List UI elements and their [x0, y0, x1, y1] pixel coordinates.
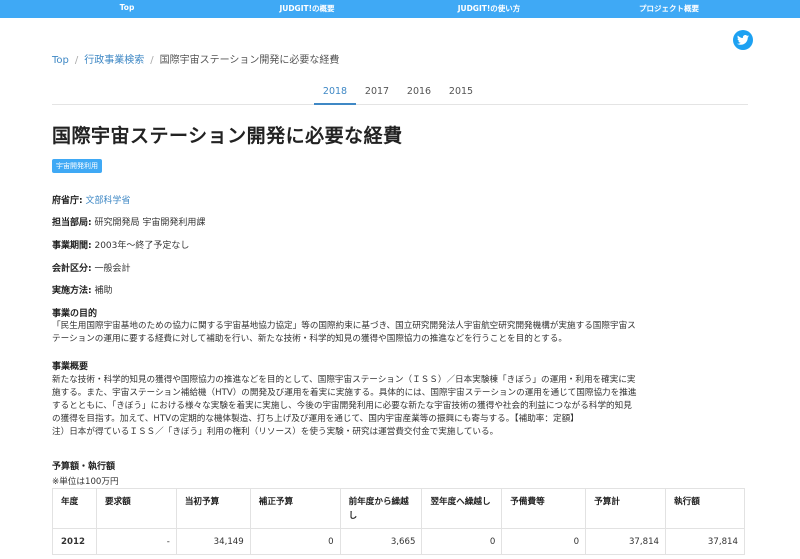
department-label: 担当部局: — [52, 218, 92, 228]
col-header-supplementary: 補正予算 — [249, 488, 341, 529]
period-field: 事業期間: 2003年〜終了予定なし — [52, 238, 189, 251]
col-header-carryover-in: 前年度から繰越し — [339, 488, 423, 529]
purpose-heading: 事業の目的 — [52, 309, 98, 319]
year-tabs: 2018 2017 2016 2015 — [0, 86, 800, 104]
account-label: 会計区分: — [52, 264, 92, 274]
nav-howto-link[interactable]: JUDGIT!の使い方 — [458, 3, 521, 14]
page-title: 国際宇宙ステーション開発に必要な経費 — [52, 125, 403, 147]
period-label: 事業期間: — [52, 241, 92, 251]
overview-line: 注）日本が得ているＩＳＳ／「きぼう」利用の権利（リソース）を使う実験・研究は運営… — [52, 427, 499, 437]
period-value: 2003年〜終了予定なし — [94, 241, 190, 251]
cell-carryover-out: 0 — [421, 528, 503, 555]
breadcrumb-separator: / — [150, 55, 154, 66]
ministry-field: 府省庁: 文部科学省 — [52, 193, 131, 206]
tab-2015[interactable]: 2015 — [449, 86, 473, 97]
col-header-year: 年度 — [52, 488, 97, 529]
cell-supplementary: 0 — [249, 528, 341, 555]
method-label: 実施方法: — [52, 286, 92, 296]
overview-text: 新たな技術・科学的知見の獲得や国際協力の推進などを目的として、国際宇宙ステーショ… — [52, 374, 752, 439]
method-field: 実施方法: 補助 — [52, 283, 113, 296]
cell-year: 2012 — [52, 528, 97, 555]
top-nav-bar: Top JUDGIT!の概要 JUDGIT!の使い方 プロジェクト概要 — [0, 0, 800, 18]
purpose-line: 「民生用国際宇宙基地のための協力に関する宇宙基地協力協定」等の国際約束に基づき、… — [52, 321, 636, 331]
breadcrumb-separator: / — [74, 55, 79, 66]
tabs-divider — [52, 104, 748, 105]
budget-unit-note: ※単位は100万円 — [52, 477, 119, 487]
overview-line: 施する。また、宇宙ステーション補給機（HTV）の開発及び運用を着実に実施する。具… — [52, 388, 637, 398]
col-header-request: 要求額 — [95, 488, 177, 529]
overview-line: の獲得を目指す。加えて、HTVの定期的な機体製造、打ち上げ及び運用を通じて、国内… — [52, 414, 579, 424]
twitter-icon — [737, 35, 749, 45]
cell-execution: 37,814 — [665, 528, 745, 555]
cell-budget-total: 37,814 — [585, 528, 667, 555]
col-header-reserve: 予備費等 — [501, 488, 587, 529]
breadcrumb-current: 国際宇宙ステーション開発に必要な経費 — [159, 55, 340, 66]
breadcrumb-search-link[interactable]: 行政事業検索 — [84, 55, 144, 66]
cell-initial-budget: 34,149 — [175, 528, 251, 555]
twitter-share-button[interactable] — [733, 30, 753, 50]
department-value: 研究開発局 宇宙開発利用課 — [94, 218, 206, 228]
ministry-label: 府省庁: — [52, 196, 83, 206]
col-header-budget-total: 予算計 — [585, 488, 667, 529]
col-header-carryover-out: 翌年度へ繰越し — [421, 488, 503, 529]
tab-2018[interactable]: 2018 — [323, 86, 347, 97]
cell-reserve: 0 — [501, 528, 587, 555]
breadcrumb-top-link[interactable]: Top — [52, 55, 69, 66]
table-row: 2012 - 34,149 0 3,665 0 0 37,814 37,814 — [52, 528, 745, 555]
breadcrumb: Top / 行政事業検索 / 国際宇宙ステーション開発に必要な経費 — [52, 51, 339, 66]
overview-line: 新たな技術・科学的知見の獲得や国際協力の推進などを目的として、国際宇宙ステーショ… — [52, 375, 636, 385]
tab-2016[interactable]: 2016 — [407, 86, 431, 97]
cell-carryover-in: 3,665 — [339, 528, 423, 555]
department-field: 担当部局: 研究開発局 宇宙開発利用課 — [52, 215, 205, 228]
nav-top-link[interactable]: Top — [120, 3, 135, 12]
purpose-line: テーションの運用に要する経費に対して補助を行い、新たな技術・科学的知見の獲得や国… — [52, 334, 567, 344]
nav-about-link[interactable]: JUDGIT!の概要 — [279, 3, 334, 14]
account-value: 一般会計 — [94, 264, 131, 274]
active-tab-indicator — [314, 103, 356, 105]
nav-project-link[interactable]: プロジェクト概要 — [639, 3, 699, 14]
method-value: 補助 — [94, 286, 113, 296]
overview-heading: 事業概要 — [52, 362, 89, 372]
category-tag[interactable]: 宇宙開発利用 — [52, 159, 102, 173]
budget-heading: 予算額・執行額 — [52, 462, 116, 472]
ministry-link[interactable]: 文部科学省 — [85, 196, 130, 206]
budget-table: 年度 要求額 当初予算 補正予算 前年度から繰越し 翌年度へ繰越し 予備費等 予… — [52, 488, 745, 555]
tab-2017[interactable]: 2017 — [365, 86, 389, 97]
overview-line: するとともに、「きぼう」における様々な実験を着実に実施し、今後の宇宙開発利用に必… — [52, 401, 632, 411]
col-header-execution: 執行額 — [665, 488, 745, 529]
purpose-text: 「民生用国際宇宙基地のための協力に関する宇宙基地協力協定」等の国際約束に基づき、… — [52, 320, 752, 346]
account-field: 会計区分: 一般会計 — [52, 261, 131, 274]
budget-header-row: 年度 要求額 当初予算 補正予算 前年度から繰越し 翌年度へ繰越し 予備費等 予… — [52, 488, 745, 529]
cell-request: - — [95, 528, 177, 555]
col-header-initial-budget: 当初予算 — [175, 488, 251, 529]
